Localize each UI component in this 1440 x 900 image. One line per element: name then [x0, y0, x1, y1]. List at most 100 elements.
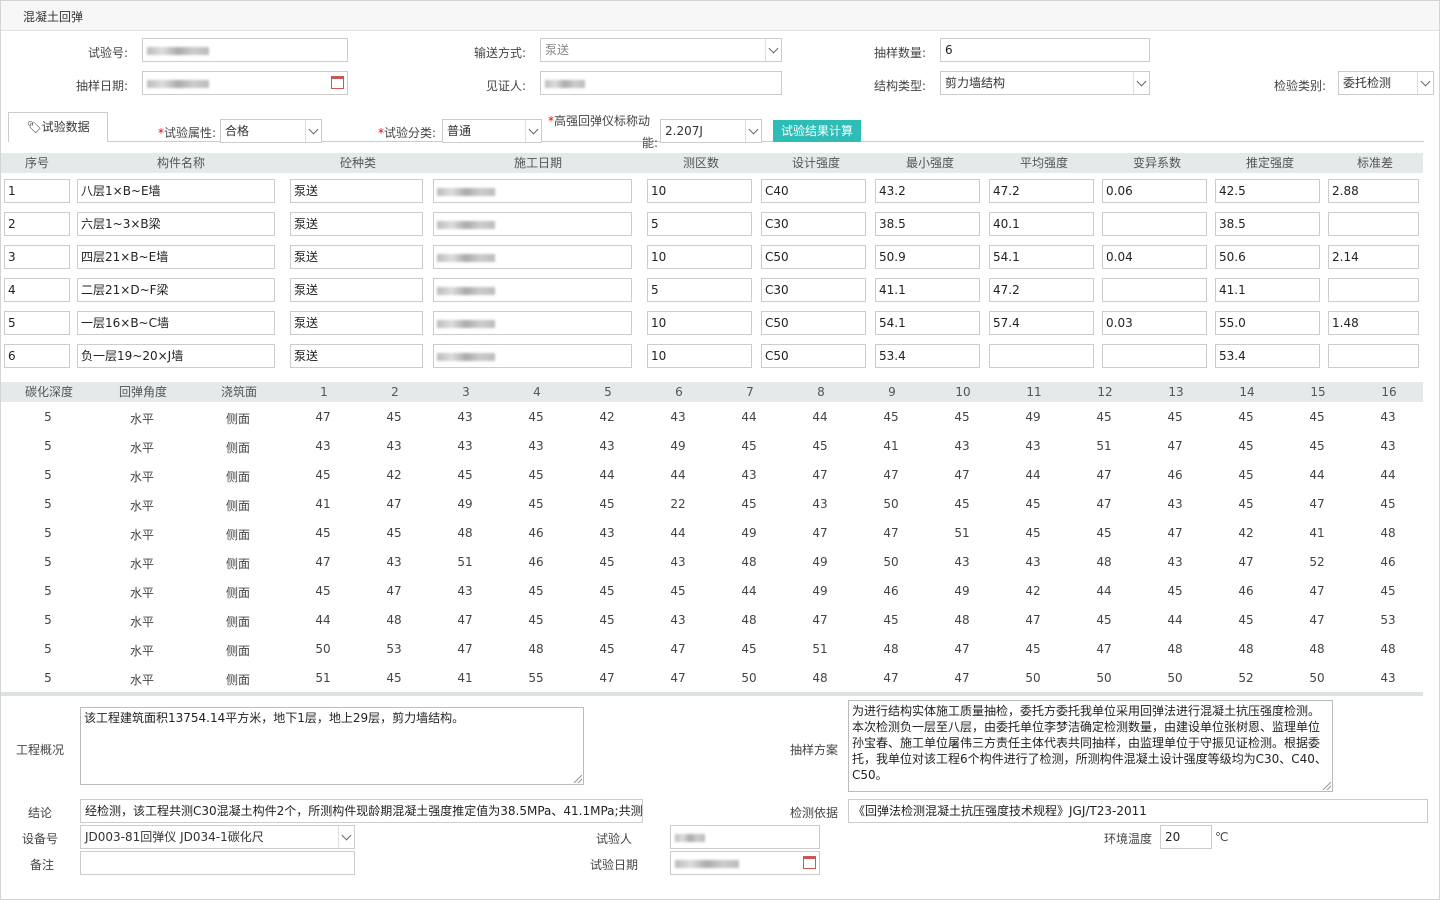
sample-date-input[interactable] [142, 71, 348, 95]
table-cell[interactable] [1328, 212, 1419, 236]
table-cell[interactable]: 47.2 [989, 278, 1094, 302]
table-cell[interactable]: 泵送 [290, 278, 423, 302]
table-cell[interactable]: 4 [4, 278, 70, 302]
table-cell[interactable] [1102, 212, 1207, 236]
table-cell[interactable]: 50.9 [875, 245, 980, 269]
table-cell[interactable]: 1.48 [1328, 311, 1419, 335]
table-cell[interactable]: 八层1×B~E墙 [77, 179, 275, 203]
plan-textarea[interactable]: 为进行结构实体施工质量抽检，委托方委托我单位采用回弹法进行混凝土抗压强度检测。本… [848, 700, 1333, 792]
table-cell[interactable]: 负一层19~20×J墙 [77, 344, 275, 368]
table-cell[interactable]: 43.2 [875, 179, 980, 203]
table-cell[interactable]: C50 [761, 245, 866, 269]
column-header: 砼种类 [339, 156, 376, 170]
table-cell[interactable]: 2 [4, 212, 70, 236]
table-cell[interactable]: C30 [761, 212, 866, 236]
table-cell[interactable] [433, 212, 632, 236]
category-select[interactable]: 普通 [442, 119, 542, 143]
table-cell[interactable]: C40 [761, 179, 866, 203]
table-cell[interactable]: 3 [4, 245, 70, 269]
calendar-icon[interactable] [803, 856, 816, 869]
table-cell[interactable] [433, 344, 632, 368]
table-cell[interactable] [433, 311, 632, 335]
table-cell[interactable]: 53.4 [875, 344, 980, 368]
table-cell[interactable]: 0.03 [1102, 311, 1207, 335]
table-cell[interactable]: 0.04 [1102, 245, 1207, 269]
table-cell[interactable]: 5 [4, 311, 70, 335]
table-cell[interactable] [433, 179, 632, 203]
table-cell[interactable]: 四层21×B~E墙 [77, 245, 275, 269]
rebound-cell: 46 [528, 555, 544, 569]
energy-select[interactable]: 2.207J [660, 119, 762, 143]
rebound-cell: 水平 [129, 673, 154, 687]
table-cell[interactable]: 10 [647, 344, 752, 368]
rebound-cell: 43 [670, 410, 686, 424]
tester-input[interactable] [670, 825, 820, 849]
table-cell[interactable]: 1 [4, 179, 70, 203]
table-cell[interactable]: 50.6 [1215, 245, 1320, 269]
table-cell[interactable]: 55.0 [1215, 311, 1320, 335]
table-cell[interactable]: 57.4 [989, 311, 1094, 335]
table-cell[interactable]: 泵送 [290, 311, 423, 335]
resize-grip-icon[interactable] [1323, 782, 1331, 790]
calendar-icon[interactable] [331, 76, 344, 89]
table-cell[interactable]: 53.4 [1215, 344, 1320, 368]
device-value: JD003-81回弹仪 JD034-1碳化尺 [85, 830, 264, 844]
table-cell[interactable] [1328, 278, 1419, 302]
table-cell[interactable]: 54.1 [875, 311, 980, 335]
table-cell[interactable]: 42.5 [1215, 179, 1320, 203]
remark-input[interactable] [80, 851, 355, 875]
rebound-cell: 44 [1380, 468, 1396, 482]
table-cell[interactable]: 六层1~3×B梁 [77, 212, 275, 236]
table-cell[interactable]: 40.1 [989, 212, 1094, 236]
table-cell[interactable]: 38.5 [875, 212, 980, 236]
table-cell[interactable]: 泵送 [290, 245, 423, 269]
device-select[interactable]: JD003-81回弹仪 JD034-1碳化尺 [80, 825, 355, 849]
attr-select[interactable]: 合格 [220, 119, 322, 143]
table-cell[interactable]: C30 [761, 278, 866, 302]
table-cell[interactable] [1102, 278, 1207, 302]
witness-input[interactable] [540, 71, 782, 95]
table-cell[interactable]: 泵送 [290, 179, 423, 203]
sample-count-input[interactable]: 6 [940, 38, 1150, 62]
conclusion-input[interactable]: 经检测，该工程共测C30混凝土构件2个，所测构件现龄期混凝土强度推定值为38.5… [80, 799, 643, 823]
table-cell[interactable]: C50 [761, 344, 866, 368]
table-cell[interactable]: 一层16×B~C墙 [77, 311, 275, 335]
table-cell[interactable]: 10 [647, 179, 752, 203]
table-cell[interactable]: 2.14 [1328, 245, 1419, 269]
basis-input[interactable]: 《回弹法检测混凝土抗压强度技术规程》JGJ/T23-2011 [848, 799, 1428, 823]
table-cell[interactable]: 38.5 [1215, 212, 1320, 236]
overview-textarea[interactable]: 该工程建筑面积13754.14平方米，地下1层，地上29层，剪力墙结构。 [80, 707, 584, 785]
table-cell[interactable]: 0.06 [1102, 179, 1207, 203]
table-cell[interactable]: 41.1 [875, 278, 980, 302]
table-cell[interactable]: 5 [647, 212, 752, 236]
resize-grip-icon[interactable] [574, 775, 582, 783]
tab-test-data[interactable]: 🏷︎试验数据 [8, 112, 108, 142]
table-cell[interactable] [433, 245, 632, 269]
calc-result-button[interactable]: 试验结果计算 [773, 120, 862, 142]
rebound-cell: 50 [1096, 671, 1112, 685]
table-cell[interactable]: 6 [4, 344, 70, 368]
structure-type-select[interactable]: 剪力墙结构 [940, 71, 1150, 95]
table-cell[interactable]: 10 [647, 245, 752, 269]
conclusion-label: 结论 [27, 806, 52, 820]
table-cell[interactable]: 41.1 [1215, 278, 1320, 302]
test-date-input[interactable] [670, 851, 820, 875]
trial-no-input[interactable] [142, 38, 348, 62]
table-cell[interactable] [433, 278, 632, 302]
plan-label: 抽样方案 [789, 743, 838, 757]
table-cell[interactable]: 泵送 [290, 212, 423, 236]
temp-input[interactable]: 20 [1160, 825, 1212, 849]
transport-select[interactable]: 泵送 [540, 38, 782, 62]
table-cell[interactable]: 2.88 [1328, 179, 1419, 203]
table-cell[interactable]: 10 [647, 311, 752, 335]
table-cell[interactable]: 47.2 [989, 179, 1094, 203]
inspect-type-select[interactable]: 委托检测 [1338, 71, 1434, 95]
table-cell[interactable] [989, 344, 1094, 368]
table-cell[interactable] [1102, 344, 1207, 368]
table-cell[interactable] [1328, 344, 1419, 368]
table-cell[interactable]: 二层21×D~F梁 [77, 278, 275, 302]
table-cell[interactable]: 5 [647, 278, 752, 302]
table-cell[interactable]: C50 [761, 311, 866, 335]
table-cell[interactable]: 泵送 [290, 344, 423, 368]
table-cell[interactable]: 54.1 [989, 245, 1094, 269]
